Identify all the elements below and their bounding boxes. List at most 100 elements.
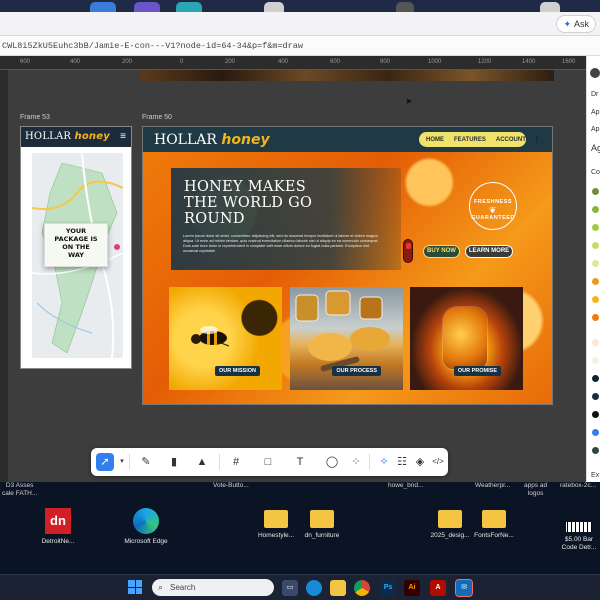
- color-swatch[interactable]: [592, 206, 599, 213]
- photoshop-icon[interactable]: Ps: [380, 580, 396, 596]
- nav-home[interactable]: HOME: [426, 137, 444, 143]
- color-swatch[interactable]: [592, 393, 599, 400]
- acrobat-icon[interactable]: A: [430, 580, 446, 596]
- badge-text: FRESHNESS ❦ GUARANTEED: [465, 199, 521, 221]
- color-swatch[interactable]: [592, 447, 599, 454]
- desktop-icon-folder[interactable]: FontsForNe...: [472, 510, 516, 540]
- color-swatch[interactable]: [592, 375, 599, 382]
- chrome-icon[interactable]: [354, 580, 370, 596]
- hero-title: HONEY MAKES THE WORLD GO ROUND: [184, 179, 313, 227]
- mail-icon[interactable]: ✉: [455, 579, 473, 597]
- promise-card[interactable]: OUR PROMISE: [410, 287, 523, 390]
- card-label-mission: OUR MISSION: [215, 366, 260, 376]
- sparkle-icon: ✦: [563, 19, 571, 29]
- desktop-icon-edge[interactable]: Microsoft Edge: [124, 508, 168, 546]
- color-swatch[interactable]: [592, 260, 599, 267]
- delivery-map[interactable]: YOUR PACKAGE IS ON THE WAY: [32, 153, 123, 358]
- ruler-tick: 400: [278, 59, 289, 65]
- pen-tool-icon[interactable]: ✎: [137, 453, 155, 471]
- marker-tool-icon[interactable]: ▮: [165, 453, 183, 471]
- color-swatch[interactable]: [592, 357, 599, 364]
- ruler-tick: 1200: [478, 59, 492, 65]
- desktop-label[interactable]: ratebox-2c...: [560, 482, 596, 490]
- hamburger-menu-icon[interactable]: ≡: [120, 131, 126, 142]
- taskbar-search[interactable]: ⌕ Search: [152, 579, 274, 596]
- desktop-icon-folder[interactable]: Homestyle...: [254, 510, 298, 540]
- desktop-label[interactable]: Vote-Butto...: [213, 482, 249, 490]
- ruler-tick: 200: [225, 59, 236, 65]
- tab-thumb[interactable]: [264, 2, 284, 12]
- tab-favicon-blue[interactable]: [90, 2, 116, 12]
- color-swatch[interactable]: [592, 314, 599, 321]
- desktop-icon-barcode[interactable]: $5.00 Bar Code Detr...: [558, 522, 600, 552]
- comment-tool-icon[interactable]: ◯: [323, 453, 341, 471]
- tab-favicon-purple[interactable]: [134, 2, 160, 12]
- color-swatch[interactable]: [592, 296, 599, 303]
- card-label-process: OUR PROCESS: [332, 366, 381, 376]
- toggle-switch[interactable]: [403, 239, 413, 263]
- rectangle-tool-icon[interactable]: □: [259, 453, 277, 471]
- draw-toolbar: ➚ ▾ ✎ ▮ ▲ # □ T ◯ ⁘ ✧ ☷ ◈ </>: [91, 448, 448, 476]
- folder-icon: [482, 510, 506, 528]
- cart-icon[interactable]: [535, 136, 538, 143]
- color-swatch[interactable]: [592, 411, 599, 418]
- desktop-label[interactable]: howe_bnd...: [388, 482, 423, 490]
- frame-tool-icon[interactable]: #: [227, 453, 245, 471]
- magic-tool-icon[interactable]: ✧: [375, 453, 393, 471]
- desktop-label[interactable]: apps ad logos: [524, 482, 547, 498]
- illustrator-icon[interactable]: Ai: [404, 580, 420, 596]
- frame-above-strip[interactable]: [140, 70, 554, 81]
- nav-features[interactable]: FEATURES: [454, 137, 486, 143]
- desktop-icon-folder[interactable]: 2025_desig...: [428, 510, 472, 540]
- site-nav: HOME FEATURES ACCOUNT: [419, 132, 538, 147]
- ruler-tick: 200: [122, 59, 133, 65]
- package-line: PACKAGE IS: [54, 235, 98, 243]
- panel-label: Co: [591, 169, 600, 176]
- start-windows-icon[interactable]: [128, 580, 142, 594]
- highlighter-tool-icon[interactable]: ▲: [193, 453, 211, 471]
- components-icon[interactable]: ⁘: [347, 453, 365, 471]
- tab-favicon-teal[interactable]: [176, 2, 202, 12]
- file-explorer-icon[interactable]: [330, 580, 346, 596]
- avatar[interactable]: [590, 68, 600, 78]
- color-swatch[interactable]: [592, 278, 599, 285]
- process-card[interactable]: OUR PROCESS: [290, 287, 403, 390]
- ask-button[interactable]: ✦ Ask: [556, 15, 596, 33]
- nav-account[interactable]: ACCOUNT: [496, 137, 526, 143]
- color-swatch[interactable]: [592, 429, 599, 436]
- dev-mode-icon[interactable]: ☷: [393, 453, 411, 471]
- color-swatch[interactable]: [592, 188, 599, 195]
- package-line: YOUR: [65, 227, 87, 235]
- panel-label: Dr: [591, 91, 599, 98]
- buy-now-button[interactable]: BUY NOW: [423, 245, 460, 258]
- task-view-icon[interactable]: ▭: [282, 580, 298, 596]
- design-canvas[interactable]: 600 400 200 0 200 400 600 800 1000 1200 …: [0, 56, 586, 482]
- plugin-icon[interactable]: ◈: [411, 453, 429, 471]
- tab-thumb[interactable]: [540, 2, 560, 12]
- move-tool-icon[interactable]: ➚: [96, 453, 114, 471]
- ruler-tick: 400: [70, 59, 81, 65]
- mobile-frame[interactable]: HOLLAR honey ≡ YOUR PACKAGE IS ON THE WA…: [20, 126, 132, 369]
- frame-label-desktop[interactable]: Frame 50: [142, 114, 172, 121]
- desktop-icon-detroitnews[interactable]: dn DetroitNe...: [38, 508, 78, 546]
- card-label-promise: OUR PROMISE: [453, 366, 501, 376]
- desktop-icon-folder[interactable]: dn_furniture: [300, 510, 344, 540]
- edge-taskbar-icon[interactable]: [306, 580, 322, 596]
- site-logo[interactable]: HOLLAR honey: [154, 132, 270, 148]
- learn-more-button[interactable]: LEARN MORE: [465, 245, 513, 258]
- code-icon[interactable]: </>: [429, 453, 447, 471]
- desktop-label[interactable]: D3 Asses cale FATH...: [2, 482, 37, 498]
- mission-card[interactable]: OUR MISSION: [169, 287, 282, 390]
- text-tool-icon[interactable]: T: [291, 453, 309, 471]
- package-line: WAY: [68, 251, 84, 259]
- tab-thumb[interactable]: [396, 2, 414, 12]
- frame-label-mobile[interactable]: Frame 53: [20, 114, 50, 121]
- desktop-frame[interactable]: HOLLAR honey HOME FEATURES ACCOUNT HONEY…: [142, 126, 553, 405]
- ruler-tick: 600: [20, 59, 31, 65]
- browser-tab-strip: [0, 0, 600, 12]
- desktop-label[interactable]: Weatherpr...: [475, 482, 510, 490]
- color-swatch[interactable]: [592, 339, 599, 346]
- color-swatch[interactable]: [592, 242, 599, 249]
- color-swatch[interactable]: [592, 224, 599, 231]
- address-bar[interactable]: CWL8i5ZkU5Euhc3bB/Jamie-E-con---V1?node-…: [0, 36, 600, 56]
